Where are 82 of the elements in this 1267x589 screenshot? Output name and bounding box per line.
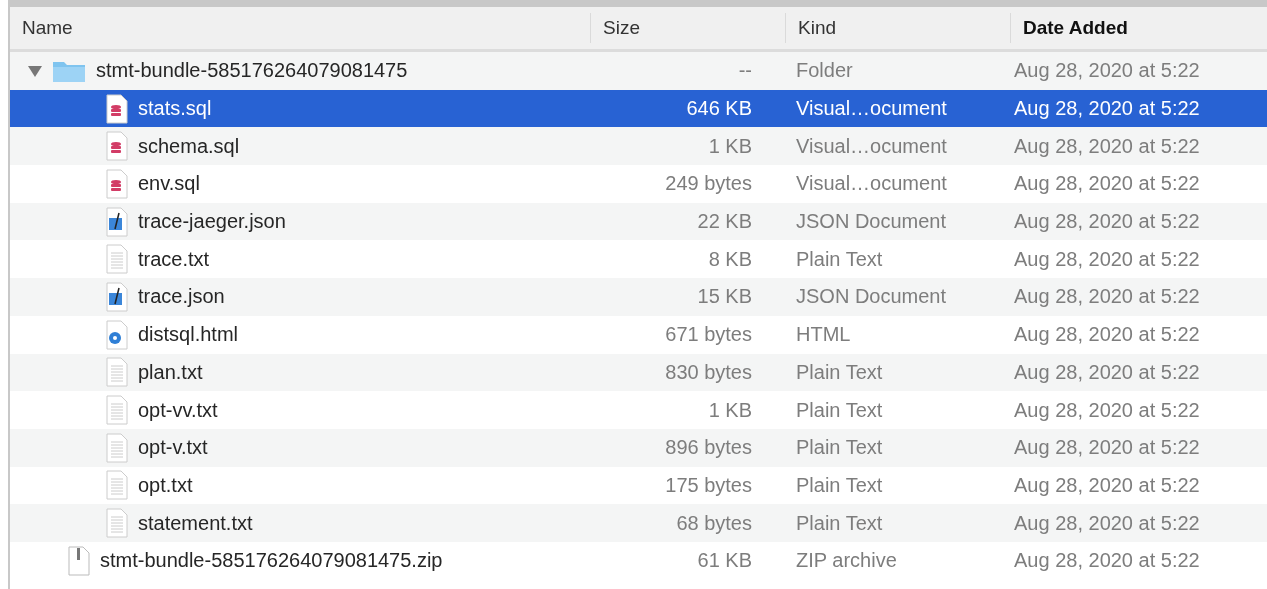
file-name: opt-v.txt <box>138 436 208 460</box>
file-kind: JSON Document <box>795 210 948 234</box>
file-kind: Visual…ocument <box>795 172 948 196</box>
file-name: stmt-bundle-585176264079081475 <box>96 59 408 83</box>
file-kind: ZIP archive <box>795 549 898 573</box>
file-kind: Visual…ocument <box>795 134 948 158</box>
file-kind: Plain Text <box>795 360 884 384</box>
file-size: 175 bytes <box>664 473 753 497</box>
text-file-icon <box>106 395 128 426</box>
file-size: 671 bytes <box>664 323 753 347</box>
file-size: 15 KB <box>696 285 753 309</box>
file-row[interactable]: statement.txt 68 bytes Plain Text Aug 28, 2020 at 5:22 <box>10 504 1267 542</box>
column-header[interactable]: Kind <box>785 13 1010 43</box>
file-name: distsql.html <box>138 323 239 347</box>
date-added: Aug 28, 2020 at 5:22 <box>1013 285 1201 309</box>
date-added: Aug 28, 2020 at 5:22 <box>1013 97 1201 121</box>
file-name: plan.txt <box>138 360 203 384</box>
file-size: 68 bytes <box>675 511 753 535</box>
script-file-icon <box>106 281 128 312</box>
file-kind: Plain Text <box>795 436 884 460</box>
date-added: Aug 28, 2020 at 5:22 <box>1013 323 1201 347</box>
file-name: trace.json <box>138 285 225 309</box>
file-row[interactable]: stats.sql 646 KB Visual…ocument Aug 28, 2020 at 5:22 <box>10 89 1267 128</box>
file-name: opt.txt <box>138 473 193 497</box>
file-name: trace.txt <box>138 247 210 271</box>
date-added: Aug 28, 2020 at 5:22 <box>1013 549 1201 573</box>
file-size: 646 KB <box>685 97 753 121</box>
column-header[interactable]: Date Added <box>1010 13 1267 43</box>
file-kind: Plain Text <box>795 511 884 535</box>
file-kind: Plain Text <box>795 398 884 422</box>
file-row[interactable]: trace-jaeger.json 22 KB JSON Document Aug 28, 2020 at 5:22 <box>10 202 1267 241</box>
date-added: Aug 28, 2020 at 5:22 <box>1013 59 1201 83</box>
file-row[interactable]: opt-v.txt 896 bytes Plain Text Aug 28, 2020 at 5:22 <box>10 428 1267 467</box>
file-row[interactable]: plan.txt 830 bytes Plain Text Aug 28, 2020 at 5:22 <box>10 353 1267 392</box>
compass-file-icon <box>106 319 128 350</box>
zip-file-icon <box>68 545 90 576</box>
text-file-icon <box>106 508 128 539</box>
date-added: Aug 28, 2020 at 5:22 <box>1013 210 1201 234</box>
text-file-icon <box>106 432 128 463</box>
date-added: Aug 28, 2020 at 5:22 <box>1013 247 1201 271</box>
file-name: schema.sql <box>138 134 240 158</box>
file-size: 249 bytes <box>664 172 753 196</box>
file-kind: Plain Text <box>795 247 884 271</box>
file-row[interactable]: stmt-bundle-585176264079081475 -- Folder Aug 28, 2020 at 5:22 <box>10 52 1267 90</box>
disclosure-triangle-icon[interactable] <box>28 64 42 77</box>
text-file-icon <box>106 470 128 501</box>
file-size: 22 KB <box>696 210 753 234</box>
date-added: Aug 28, 2020 at 5:22 <box>1013 134 1201 158</box>
file-name: statement.txt <box>138 511 253 535</box>
file-row[interactable]: schema.sql 1 KB Visual…ocument Aug 28, 2020 at 5:22 <box>10 127 1267 166</box>
file-size: 830 bytes <box>664 360 753 384</box>
file-kind: Folder <box>795 59 854 83</box>
date-added: Aug 28, 2020 at 5:22 <box>1013 172 1201 196</box>
date-added: Aug 28, 2020 at 5:22 <box>1013 511 1201 535</box>
file-size: -- <box>737 59 753 83</box>
text-file-icon <box>106 357 128 388</box>
file-name: stmt-bundle-585176264079081475.zip <box>100 549 443 573</box>
file-size: 896 bytes <box>664 436 753 460</box>
file-size: 61 KB <box>696 549 753 573</box>
file-kind: Visual…ocument <box>795 97 948 121</box>
date-added: Aug 28, 2020 at 5:22 <box>1013 436 1201 460</box>
column-header[interactable]: Name <box>10 13 590 43</box>
file-size: 1 KB <box>707 398 753 422</box>
script-file-icon <box>106 206 128 237</box>
date-added: Aug 28, 2020 at 5:22 <box>1013 398 1201 422</box>
file-size: 8 KB <box>707 247 753 271</box>
file-name: stats.sql <box>138 97 212 121</box>
file-name: env.sql <box>138 172 200 196</box>
file-name: opt-vv.txt <box>138 398 218 422</box>
file-name: trace-jaeger.json <box>138 210 286 234</box>
database-file-icon <box>106 131 128 162</box>
file-kind: Plain Text <box>795 473 884 497</box>
text-file-icon <box>106 244 128 275</box>
file-kind: JSON Document <box>795 285 948 309</box>
column-header[interactable]: Size <box>590 13 785 43</box>
database-file-icon <box>106 93 128 124</box>
date-added: Aug 28, 2020 at 5:22 <box>1013 360 1201 384</box>
file-row[interactable]: trace.json 15 KB JSON Document Aug 28, 2020 at 5:22 <box>10 278 1267 316</box>
date-added: Aug 28, 2020 at 5:22 <box>1013 473 1201 497</box>
file-size: 1 KB <box>707 134 753 158</box>
database-file-icon <box>106 168 128 199</box>
file-kind: HTML <box>795 323 852 347</box>
